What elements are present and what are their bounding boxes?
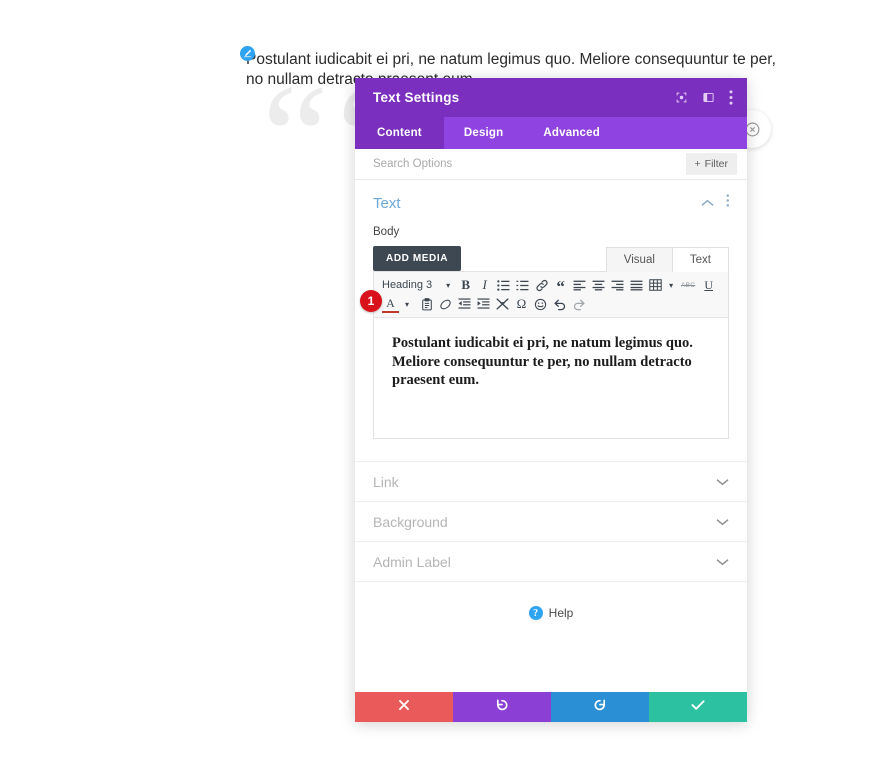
align-justify-icon[interactable] [628, 277, 645, 294]
link-icon[interactable] [533, 277, 550, 294]
special-character-icon[interactable] [494, 296, 511, 313]
tab-text[interactable]: Text [672, 247, 729, 272]
tab-content[interactable]: Content [355, 117, 444, 149]
cancel-button[interactable] [355, 692, 453, 722]
omega-icon[interactable]: Ω [513, 296, 530, 313]
modal-tab-bar: Content Design Advanced [355, 117, 747, 149]
editor-top-row: ADD MEDIA Visual Text [373, 246, 729, 272]
close-x-icon [398, 698, 410, 716]
paste-as-text-icon[interactable] [418, 296, 435, 313]
search-input[interactable] [373, 158, 686, 170]
chevron-down-icon [716, 553, 729, 571]
blockquote-icon[interactable]: “ [552, 275, 569, 295]
accordion-background-label: Background [373, 513, 448, 530]
table-icon[interactable] [647, 277, 664, 294]
chevron-down-icon [716, 513, 729, 531]
modal-title: Text Settings [373, 90, 460, 105]
pencil-icon[interactable] [240, 46, 255, 61]
editor-paragraph: Postulant iudicabit ei pri, ne natum leg… [392, 335, 693, 388]
emoji-icon[interactable] [532, 296, 549, 313]
align-center-icon[interactable] [590, 277, 607, 294]
accordion-link[interactable]: Link [355, 461, 747, 501]
align-left-icon[interactable] [571, 277, 588, 294]
option-accordions: Link Background Admin Label [355, 461, 747, 582]
undo-button[interactable] [453, 692, 551, 722]
body-field-label: Body [373, 226, 400, 238]
editor-toolbar: Heading 3 ▾ B I “ ▾ ABC U A ▾ Ω [374, 272, 728, 318]
modal-body: Text Body ADD MEDIA Visual Text Heading … [355, 180, 747, 692]
section-title: Text [373, 194, 401, 212]
text-color-icon[interactable]: A [382, 296, 399, 313]
step-annotation-badge: 1 [360, 290, 382, 312]
filter-label: Filter [704, 158, 728, 170]
modal-header: Text Settings [355, 78, 747, 117]
wysiwyg-editor: Heading 3 ▾ B I “ ▾ ABC U A ▾ Ω Postulan… [373, 271, 729, 439]
add-media-button[interactable]: ADD MEDIA [373, 246, 462, 271]
checkmark-icon [691, 698, 705, 716]
accordion-admin-label-label: Admin Label [373, 553, 451, 570]
search-options-bar: + Filter [355, 149, 747, 180]
editor-toolbar-row-1: Heading 3 ▾ B I “ ▾ ABC U [382, 275, 722, 295]
italic-icon[interactable]: I [476, 277, 493, 294]
align-right-icon[interactable] [609, 277, 626, 294]
chevron-down-icon [716, 473, 729, 491]
clear-formatting-icon[interactable] [437, 296, 454, 313]
accordion-background[interactable]: Background [355, 501, 747, 541]
accordion-link-label: Link [373, 473, 399, 490]
layout-toggle-icon[interactable] [702, 91, 715, 104]
tab-advanced[interactable]: Advanced [523, 117, 620, 149]
chevron-up-icon[interactable] [700, 194, 714, 212]
tab-visual[interactable]: Visual [605, 247, 673, 272]
text-color-caret-icon[interactable]: ▾ [401, 296, 413, 313]
modal-footer [355, 692, 747, 722]
save-button[interactable] [649, 692, 747, 722]
bold-icon[interactable]: B [457, 277, 474, 294]
section-controls [700, 194, 730, 212]
tab-design[interactable]: Design [444, 117, 524, 149]
text-settings-modal: Text Settings Content Design Advanced Se… [355, 78, 747, 722]
editor-mode-tabs: Visual Text [605, 246, 729, 272]
redo-arrow-icon [593, 698, 607, 717]
text-section: Text Body ADD MEDIA Visual Text Heading … [355, 180, 747, 439]
redo-button[interactable] [551, 692, 649, 722]
undo-icon[interactable] [551, 296, 568, 313]
help-link[interactable]: ? Help [355, 582, 747, 620]
modal-header-icons [675, 90, 733, 105]
chevron-down-icon: ▾ [446, 280, 451, 290]
text-section-header: Text [373, 194, 729, 212]
underline-icon[interactable]: U [700, 277, 717, 294]
bulleted-list-icon[interactable] [495, 277, 512, 294]
plus-icon: + [694, 158, 701, 170]
screenshot-stage: ““ Postulant iudicabit ei pri, ne natum … [0, 0, 880, 777]
redo-icon[interactable] [570, 296, 587, 313]
editor-toolbar-row-2: A ▾ Ω [382, 295, 722, 313]
question-mark-icon: ? [528, 606, 543, 620]
format-select-label: Heading 3 [382, 279, 433, 291]
increase-indent-icon[interactable] [475, 296, 492, 313]
numbered-list-icon[interactable] [514, 277, 531, 294]
decrease-indent-icon[interactable] [456, 296, 473, 313]
table-caret-icon[interactable]: ▾ [666, 277, 676, 294]
undo-arrow-icon [495, 698, 509, 717]
more-options-icon[interactable] [729, 90, 733, 105]
more-options-icon[interactable] [726, 194, 730, 212]
editor-content-area[interactable]: Postulant iudicabit ei pri, ne natum leg… [374, 318, 728, 438]
expand-icon[interactable] [675, 91, 688, 104]
format-select[interactable]: Heading 3 ▾ [382, 279, 450, 291]
strikethrough-icon[interactable]: ABC [678, 277, 698, 294]
accordion-admin-label[interactable]: Admin Label [355, 541, 747, 582]
filter-button[interactable]: + Filter [685, 153, 737, 175]
help-label: Help [548, 606, 574, 620]
